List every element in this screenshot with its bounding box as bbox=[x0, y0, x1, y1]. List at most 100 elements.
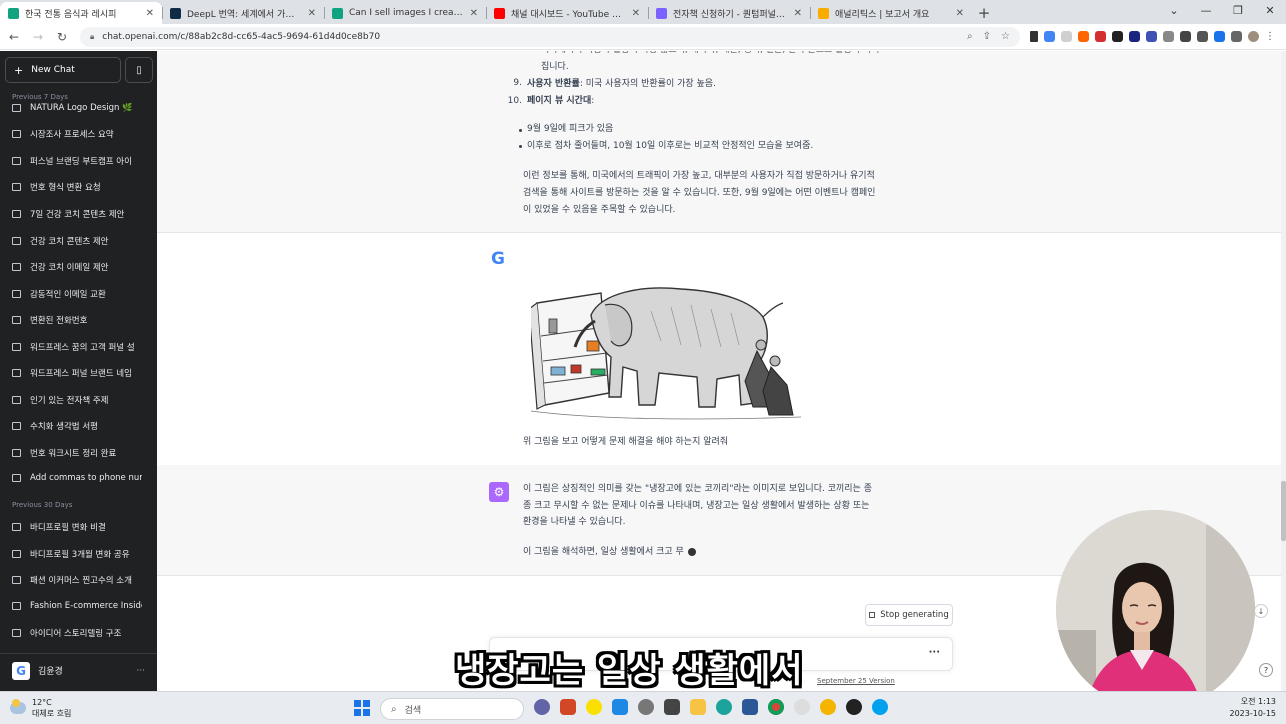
conversation-item[interactable]: Add commas to phone numb bbox=[12, 473, 142, 483]
conversation-item[interactable]: 변환된 전화번호 bbox=[12, 314, 142, 326]
close-tab-icon[interactable]: ✕ bbox=[794, 8, 802, 19]
conversation-title: 번호 형식 변환 요청 bbox=[30, 183, 101, 193]
camera-icon[interactable] bbox=[1163, 31, 1174, 42]
address-bar[interactable]: 🔒︎ chat.openai.com/c/88ab2c8d-cc65-4ac5-… bbox=[80, 26, 1020, 47]
forward-arrow-icon[interactable]: → bbox=[28, 30, 48, 44]
tab-title: DeepL 번역: 세계에서 가장 정확 bbox=[187, 9, 302, 20]
calculator-icon[interactable] bbox=[664, 699, 680, 715]
share-icon[interactable]: ⇪ bbox=[983, 31, 991, 42]
weather-widget[interactable]: 12°C 대체로 흐림 bbox=[10, 697, 71, 719]
reload-icon[interactable]: ↻ bbox=[52, 30, 72, 44]
extension-icon[interactable] bbox=[1146, 31, 1157, 42]
conversation-item[interactable]: 바디프로필 3개월 변화 공유 bbox=[12, 548, 142, 560]
conversation-item[interactable]: 번호 형식 변환 요청 bbox=[12, 181, 142, 193]
conversation-item[interactable]: 시장조사 프로세스 요약 bbox=[12, 128, 142, 140]
stop-generating-button[interactable]: Stop generating bbox=[865, 604, 953, 626]
close-tab-icon[interactable]: ✕ bbox=[308, 8, 316, 19]
browser-tab-1[interactable]: 한국 전통 음식과 레시피 ✕ bbox=[0, 2, 162, 24]
snipping-tool-icon[interactable] bbox=[612, 699, 628, 715]
browser-tab-3[interactable]: Can I sell images I create with ✕ bbox=[324, 2, 486, 24]
file-explorer-icon[interactable] bbox=[690, 699, 706, 715]
windows-start-icon[interactable] bbox=[354, 700, 370, 716]
chat-bubble-icon bbox=[12, 602, 21, 610]
search-icon[interactable]: ⌕ bbox=[967, 31, 973, 42]
version-link[interactable]: September 25 Version bbox=[817, 677, 895, 685]
conversation-item[interactable]: 패션 이커머스 찐고수의 소개 bbox=[12, 574, 142, 586]
conversation-item[interactable]: 인기 있는 전자책 주제 bbox=[12, 394, 142, 406]
conversation-item[interactable]: 퍼스널 브랜딩 부트캠프 아이 bbox=[12, 155, 142, 167]
kakaotalk-icon[interactable] bbox=[586, 699, 602, 715]
restore-icon[interactable]: ❐ bbox=[1222, 2, 1254, 20]
scrollbar-thumb[interactable] bbox=[1281, 481, 1286, 541]
tab-title: 애널리틱스 | 보고서 개요 bbox=[835, 9, 930, 20]
close-tab-icon[interactable]: ✕ bbox=[956, 8, 964, 19]
app-icon[interactable] bbox=[846, 699, 862, 715]
conversation-item[interactable]: 7일 건강 코치 콘텐츠 제안 bbox=[12, 208, 142, 220]
conversation-item[interactable]: 건강 코치 콘텐츠 제안 bbox=[12, 235, 142, 247]
user-menu[interactable]: G 김윤경 ··· bbox=[0, 653, 157, 687]
menu-icon[interactable]: ⋮ bbox=[1265, 31, 1275, 42]
browser-tab-4[interactable]: 채널 대시보드 - YouTube Studio ✕ bbox=[486, 2, 648, 24]
weather-temp: 12°C bbox=[32, 698, 52, 707]
powerpoint-icon[interactable] bbox=[560, 699, 576, 715]
chat-bubble-icon bbox=[12, 210, 21, 218]
user-more-icon[interactable]: ··· bbox=[136, 666, 145, 676]
profile-avatar[interactable] bbox=[1248, 31, 1259, 42]
translate-extension-icon[interactable] bbox=[1044, 31, 1055, 42]
help-icon[interactable]: ? bbox=[1259, 663, 1273, 677]
conversation-item[interactable]: 워드프레스 꿈의 고객 퍼널 설 bbox=[12, 341, 142, 353]
extension-icon[interactable] bbox=[1112, 31, 1123, 42]
page-scrollbar[interactable] bbox=[1281, 51, 1286, 691]
chat-bubble-icon bbox=[12, 474, 21, 482]
download-icon[interactable] bbox=[1214, 31, 1225, 42]
conversation-item[interactable]: 번호 워크시트 정리 완료 bbox=[12, 447, 142, 459]
user-avatar: G bbox=[12, 661, 30, 680]
input-more-icon[interactable]: ··· bbox=[929, 647, 940, 658]
back-arrow-icon[interactable]: ← bbox=[4, 30, 24, 44]
new-chat-button[interactable]: + New Chat bbox=[5, 57, 121, 83]
conversation-item[interactable]: 바디프로필 변화 비결 bbox=[12, 521, 142, 533]
conversation-item[interactable]: 워드프레스 퍼널 브랜드 네임 bbox=[12, 367, 142, 379]
globe-app-icon[interactable] bbox=[872, 699, 888, 715]
link-app-icon[interactable] bbox=[794, 699, 810, 715]
conversation-title: NATURA Logo Design 🌿 bbox=[30, 103, 133, 113]
notepad-icon[interactable] bbox=[742, 699, 758, 715]
conversation-item[interactable]: 감동적인 이메일 교환 bbox=[12, 288, 142, 300]
taskbar-search[interactable]: ⌕ 검색 bbox=[380, 698, 524, 720]
settings-gear-icon[interactable] bbox=[638, 699, 654, 715]
extension-icon[interactable] bbox=[1180, 31, 1191, 42]
new-tab-button[interactable]: + bbox=[972, 2, 996, 24]
video-subtitle: 냉장고는 일상 생활에서 bbox=[455, 651, 804, 691]
chrome-profile-icon[interactable] bbox=[820, 699, 836, 715]
extension-icon[interactable] bbox=[1078, 31, 1089, 42]
conversation-item[interactable]: 건강 코치 이메일 제안 bbox=[12, 261, 142, 273]
side-panel-icon[interactable] bbox=[1231, 31, 1242, 42]
system-clock[interactable]: 오전 1:13 2023-10-15 bbox=[1230, 696, 1277, 720]
browser-tab-5[interactable]: 전자책 신청하기 - 퀀텀퍼널 Fa ✕ bbox=[648, 2, 810, 24]
conversation-item[interactable]: NATURA Logo Design 🌿 bbox=[12, 103, 142, 113]
extension-icon[interactable] bbox=[1061, 31, 1072, 42]
tab-search-icon[interactable]: ⌄ bbox=[1158, 2, 1190, 20]
sidebar-toggle-icon[interactable]: ▯ bbox=[125, 57, 153, 83]
conversation-item[interactable]: 아이디어 스토리텔링 구조 bbox=[12, 627, 142, 639]
minimize-icon[interactable]: — bbox=[1190, 2, 1222, 20]
puzzle-icon[interactable] bbox=[1197, 31, 1208, 42]
close-window-icon[interactable]: ✕ bbox=[1254, 2, 1286, 20]
scroll-down-icon[interactable]: ↓ bbox=[1254, 604, 1268, 618]
chrome-icon[interactable] bbox=[768, 699, 784, 715]
conversation-item[interactable]: 수치화 생각법 서평 bbox=[12, 420, 142, 432]
chat-app-icon[interactable] bbox=[534, 699, 550, 715]
conversation-item[interactable]: Fashion E-commerce Insider bbox=[12, 601, 142, 611]
close-tab-icon[interactable]: ✕ bbox=[470, 8, 478, 19]
extension-icon[interactable] bbox=[1095, 31, 1106, 42]
speaker-icon[interactable] bbox=[1030, 31, 1038, 42]
close-tab-icon[interactable]: ✕ bbox=[632, 8, 640, 19]
bookmark-star-icon[interactable]: ☆ bbox=[1001, 31, 1010, 42]
conversation-title: 아이디어 스토리텔링 구조 bbox=[30, 629, 122, 639]
extension-icon[interactable] bbox=[1129, 31, 1140, 42]
edge-browser-icon[interactable] bbox=[716, 699, 732, 715]
browser-tab-6[interactable]: 애널리틱스 | 보고서 개요 ✕ bbox=[810, 2, 972, 24]
browser-tab-2[interactable]: DeepL 번역: 세계에서 가장 정확 ✕ bbox=[162, 2, 324, 24]
uploaded-image[interactable] bbox=[528, 281, 811, 431]
close-tab-icon[interactable]: ✕ bbox=[146, 8, 154, 19]
